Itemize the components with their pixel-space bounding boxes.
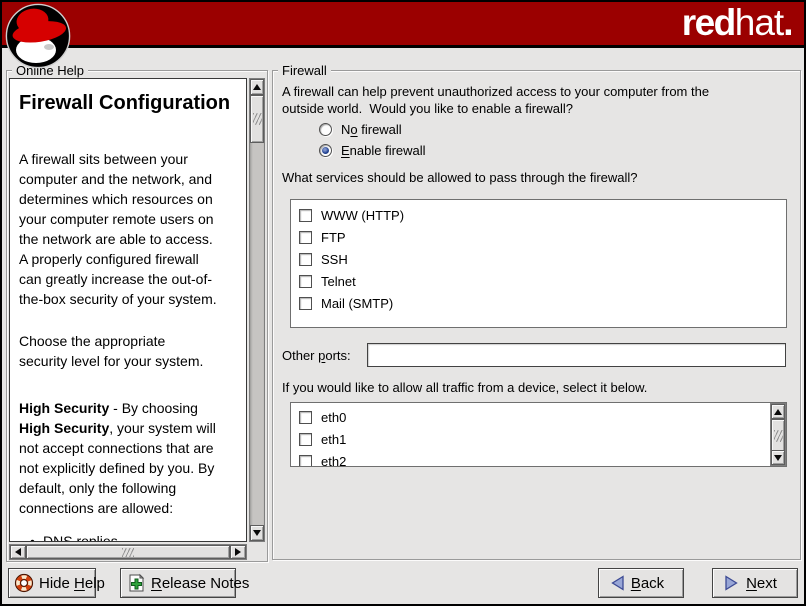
help-bullet-text: DNS replies [43, 533, 118, 542]
release-notes-icon [127, 573, 146, 593]
checkbox-icon[interactable] [299, 455, 312, 467]
radio-enable-firewall-label: Enable firewall [341, 143, 426, 158]
service-row-ftp[interactable]: FTP [291, 227, 786, 248]
radio-no-firewall[interactable]: No firewall [319, 122, 402, 137]
radio-enable-firewall[interactable]: Enable firewall [319, 143, 426, 158]
checkbox-icon[interactable] [299, 253, 312, 266]
arrow-right-icon [235, 548, 241, 556]
service-label: SSH [321, 252, 348, 267]
help-text: not explicitly defined by you. By [19, 458, 246, 478]
radio-button-icon[interactable] [319, 123, 332, 136]
next-button[interactable]: Next [712, 568, 798, 598]
installer-window: redhat. ® Online Help Firewall Configura… [0, 0, 806, 606]
checkbox-icon[interactable] [299, 231, 312, 244]
device-row-eth0[interactable]: eth0 [291, 406, 772, 428]
device-row-eth2[interactable]: eth2 [291, 450, 772, 466]
device-label: eth2 [321, 454, 346, 467]
help-bullet-item: •DNS replies [19, 531, 246, 542]
thumb-grip-icon [253, 113, 262, 125]
help-text: - By choosing [109, 400, 198, 416]
radio-no-firewall-label: No firewall [341, 122, 402, 137]
release-notes-button[interactable]: Release Notes [120, 568, 236, 598]
checkbox-icon[interactable] [299, 433, 312, 446]
back-button[interactable]: Back [598, 568, 684, 598]
checkbox-icon[interactable] [299, 411, 312, 424]
service-row-ssh[interactable]: SSH [291, 249, 786, 270]
help-paragraph: High Security - By choosing High Securit… [19, 398, 246, 518]
scrollbar-thumb[interactable] [250, 95, 264, 143]
help-text: , your system will [109, 420, 216, 436]
thumb-grip-icon [122, 548, 134, 557]
service-label: WWW (HTTP) [321, 208, 404, 223]
firewall-frame-label: Firewall [278, 63, 331, 78]
scrollbar-thumb[interactable] [26, 545, 230, 559]
device-label: eth1 [321, 432, 346, 447]
wordmark-bold: red [682, 2, 735, 43]
arrow-down-icon [253, 530, 261, 536]
checkbox-icon[interactable] [299, 275, 312, 288]
service-row-mail[interactable]: Mail (SMTP) [291, 293, 786, 314]
services-list[interactable]: WWW (HTTP) FTP SSH Telnet Mail (SMTP) [290, 199, 787, 328]
service-label: Telnet [321, 274, 356, 289]
arrow-down-icon [774, 455, 782, 461]
next-label: Next [740, 575, 783, 592]
header-divider [2, 45, 804, 48]
hide-help-label: Hide Help [39, 575, 105, 592]
back-arrow-icon [609, 574, 626, 592]
help-bold-text: High Security [19, 420, 109, 436]
scroll-up-button[interactable] [771, 404, 785, 419]
scroll-left-button[interactable] [10, 545, 26, 559]
scroll-down-button[interactable] [250, 525, 264, 541]
help-paragraph: Choose the appropriate security level fo… [19, 331, 246, 371]
arrow-left-icon [15, 548, 21, 556]
other-ports-label: Other ports: [282, 348, 351, 363]
help-bold-text: High Security [19, 400, 109, 416]
arrow-up-icon [774, 409, 782, 415]
arrow-up-icon [253, 84, 261, 90]
service-label: Mail (SMTP) [321, 296, 393, 311]
device-label: eth0 [321, 410, 346, 425]
release-notes-label: Release Notes [151, 575, 249, 592]
redhat-wordmark: redhat. [682, 4, 792, 42]
thumb-grip-icon [774, 430, 783, 442]
help-text: default, only the following [19, 478, 246, 498]
life-ring-icon [14, 573, 34, 593]
firewall-intro-text: A firewall can help prevent unauthorized… [282, 83, 709, 117]
help-paragraph: A firewall sits between your computer an… [19, 149, 246, 309]
service-row-www[interactable]: WWW (HTTP) [291, 205, 786, 226]
devices-vertical-scrollbar[interactable] [770, 403, 786, 466]
help-text-viewport: Firewall Configuration A firewall sits b… [9, 78, 247, 542]
wordmark-light: hat [735, 2, 783, 43]
help-horizontal-scrollbar[interactable] [9, 544, 247, 560]
devices-list[interactable]: eth0 eth1 eth2 [290, 402, 787, 467]
scroll-up-button[interactable] [250, 79, 264, 95]
devices-instruction: If you would like to allow all traffic f… [282, 380, 647, 395]
services-question: What services should be allowed to pass … [282, 170, 638, 185]
wordmark-period: . [783, 2, 792, 43]
checkbox-icon[interactable] [299, 209, 312, 222]
back-label: Back [626, 575, 669, 592]
bullet-icon: • [30, 531, 43, 542]
help-vertical-scrollbar[interactable] [249, 78, 265, 542]
checkbox-icon[interactable] [299, 297, 312, 310]
next-arrow-icon [723, 574, 740, 592]
help-text: connections are allowed: [19, 498, 246, 518]
service-row-telnet[interactable]: Telnet [291, 271, 786, 292]
help-title: Firewall Configuration [19, 91, 246, 115]
scroll-down-button[interactable] [771, 450, 785, 465]
scroll-right-button[interactable] [230, 545, 246, 559]
help-text: not accept connections that are [19, 438, 246, 458]
device-row-eth1[interactable]: eth1 [291, 428, 772, 450]
service-label: FTP [321, 230, 346, 245]
redhat-shadowman-logo-icon [5, 3, 72, 70]
other-ports-input[interactable] [367, 343, 786, 367]
hide-help-button[interactable]: Hide Help [8, 568, 96, 598]
radio-button-selected-icon[interactable] [319, 144, 332, 157]
scrollbar-thumb[interactable] [771, 419, 785, 452]
